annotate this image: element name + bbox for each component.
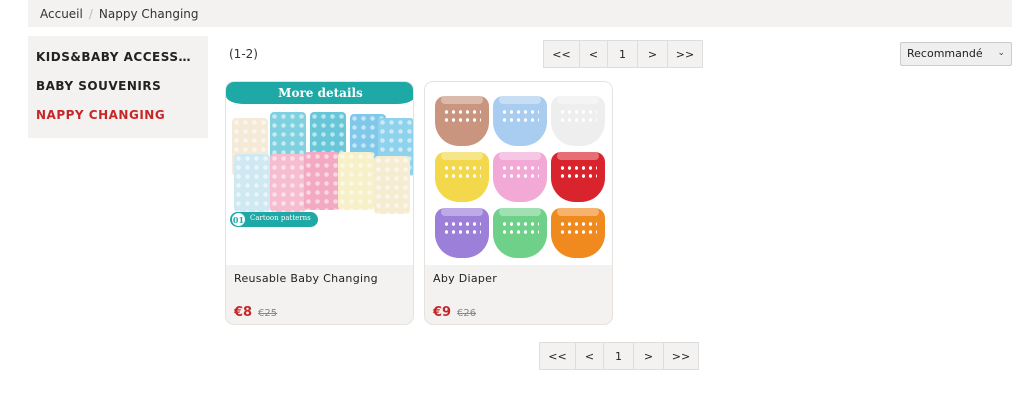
pagination-bottom: << < 1 > >> [539, 342, 699, 370]
sidebar-item-baby-souvenirs[interactable]: BABY SOUVENIRS [36, 79, 200, 108]
first-page-button[interactable]: << [540, 343, 576, 369]
breadcrumb: Accueil / Nappy Changing [28, 0, 1012, 27]
diaper-swatch [493, 208, 547, 258]
category-sidebar: KIDS&BABY ACCESSORIES BABY SOUVENIRS NAP… [28, 36, 208, 138]
sort-selected-value: Recommandé [907, 47, 983, 60]
result-count: (1-2) [229, 47, 258, 61]
breadcrumb-home-link[interactable]: Accueil [40, 7, 83, 21]
product-price: €9 [433, 305, 452, 320]
product-image[interactable]: More details 01 Cartoon patterns [226, 82, 413, 265]
product-old-price: €26 [457, 308, 477, 319]
first-page-button[interactable]: << [544, 41, 580, 67]
chevron-down-icon: ⌄ [997, 48, 1005, 58]
pattern-tag: 01 Cartoon patterns [230, 212, 318, 227]
sidebar-item-kids-baby-accessories[interactable]: KIDS&BABY ACCESSORIES [36, 50, 200, 79]
page-1-button[interactable]: 1 [604, 343, 634, 369]
diaper-swatch [551, 152, 605, 202]
diaper-swatch [435, 96, 489, 146]
next-page-button[interactable]: > [634, 343, 664, 369]
last-page-button[interactable]: >> [668, 41, 702, 67]
sort-select[interactable]: Recommandé ⌄ [900, 42, 1012, 66]
pattern-tile [270, 154, 306, 212]
tag-number: 01 [231, 212, 246, 227]
diaper-swatch [493, 96, 547, 146]
pagination-top: << < 1 > >> [543, 40, 703, 68]
product-image[interactable] [425, 82, 612, 265]
sidebar-item-nappy-changing[interactable]: NAPPY CHANGING [36, 108, 200, 137]
diaper-swatch [435, 152, 489, 202]
next-page-button[interactable]: > [638, 41, 668, 67]
page-1-button[interactable]: 1 [608, 41, 638, 67]
pattern-tile [234, 154, 270, 212]
breadcrumb-separator: / [88, 7, 93, 21]
diaper-swatch [493, 152, 547, 202]
pattern-tile [338, 152, 374, 210]
pattern-tile [304, 152, 340, 210]
product-title[interactable]: Aby Diaper [433, 272, 497, 285]
product-old-price: €25 [258, 308, 278, 319]
breadcrumb-current: Nappy Changing [98, 7, 199, 21]
product-card[interactable]: More details 01 Cartoon patterns Reusabl… [225, 81, 414, 325]
prev-page-button[interactable]: < [576, 343, 604, 369]
prev-page-button[interactable]: < [580, 41, 608, 67]
pattern-tile [374, 156, 410, 214]
product-card[interactable]: Aby Diaper €9 €26 [424, 81, 613, 325]
last-page-button[interactable]: >> [664, 343, 698, 369]
product-title[interactable]: Reusable Baby Changing [234, 272, 378, 285]
more-details-banner: More details [226, 82, 413, 104]
product-price: €8 [234, 305, 253, 320]
diaper-swatch [435, 208, 489, 258]
diaper-swatch [551, 96, 605, 146]
tag-text: Cartoon patterns [250, 214, 311, 222]
diaper-swatch [551, 208, 605, 258]
